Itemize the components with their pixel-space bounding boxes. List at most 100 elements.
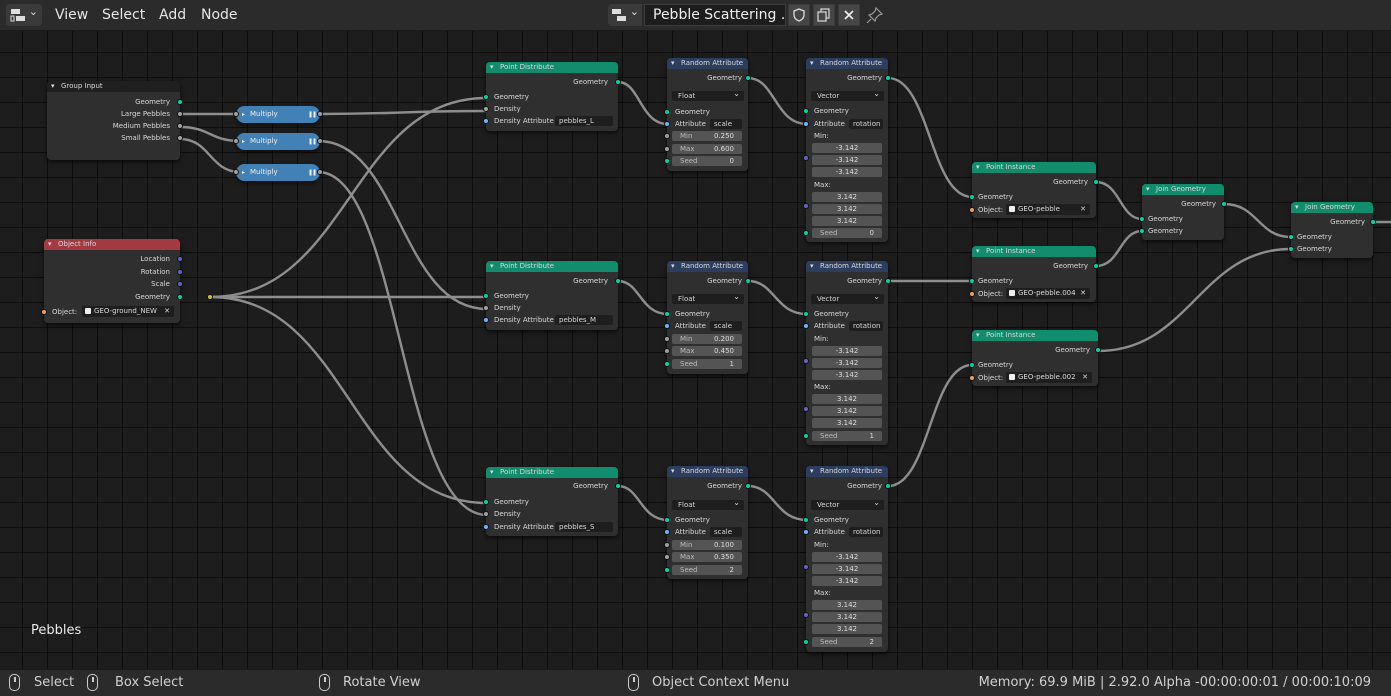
socket-string[interactable]: [664, 121, 670, 127]
socket-geometry[interactable]: [745, 483, 751, 489]
density-attribute-field[interactable]: pebbles_S: [555, 522, 613, 532]
socket-float[interactable]: [483, 305, 489, 311]
node-header[interactable]: Random Attribute: [667, 261, 748, 272]
socket-int[interactable]: [664, 158, 670, 164]
node-header[interactable]: Join Geometry: [1142, 184, 1224, 195]
clear-icon[interactable]: ✕: [1082, 372, 1088, 383]
node-editor-canvas[interactable]: Group Input Geometry Large Pebbles Mediu…: [0, 31, 1391, 669]
node-header[interactable]: Object Info: [44, 239, 180, 250]
socket-int[interactable]: [803, 433, 809, 439]
socket-geometry[interactable]: [885, 278, 891, 284]
max-z-field[interactable]: 3.142: [812, 624, 882, 634]
max-y-field[interactable]: 3.142: [812, 612, 882, 622]
max-x-field[interactable]: 3.142: [812, 192, 882, 202]
socket-geometry[interactable]: [1139, 228, 1145, 234]
socket-geometry[interactable]: [1221, 201, 1227, 207]
max-x-field[interactable]: 3.142: [812, 600, 882, 610]
socket-vector[interactable]: [803, 358, 809, 364]
socket-geometry[interactable]: [483, 293, 489, 299]
object-field[interactable]: GEO-pebble ✕: [1006, 204, 1090, 215]
socket-geometry[interactable]: [969, 278, 975, 284]
join-geometry-node[interactable]: Join Geometry Geometry Geometry Geometry: [1139, 184, 1227, 240]
density-attribute-field[interactable]: pebbles_L: [555, 116, 613, 126]
unlink-button[interactable]: [838, 4, 860, 26]
min-y-field[interactable]: -3.142: [812, 155, 882, 165]
socket-int[interactable]: [664, 361, 670, 367]
socket-vector[interactable]: [803, 406, 809, 412]
random-attribute-vector-node[interactable]: Random Attribute Geometry Vector Geometr…: [803, 261, 891, 445]
random-attribute-float-node[interactable]: Random Attribute Geometry Float Geometry…: [664, 58, 751, 171]
socket-float[interactable]: [664, 542, 670, 548]
data-type-dropdown[interactable]: Float: [672, 498, 744, 510]
attribute-field[interactable]: rotation: [849, 119, 883, 129]
socket-string[interactable]: [664, 323, 670, 329]
min-field[interactable]: Min 0.200: [672, 334, 742, 344]
object-field[interactable]: GEO-pebble.004 ✕: [1006, 288, 1090, 299]
socket-int[interactable]: [803, 230, 809, 236]
socket-float[interactable]: [317, 111, 323, 117]
min-x-field[interactable]: -3.142: [812, 552, 882, 562]
socket-geometry[interactable]: [745, 278, 751, 284]
node-header[interactable]: Point Distribute: [486, 62, 618, 73]
socket-float[interactable]: [233, 138, 239, 144]
socket-vector[interactable]: [177, 269, 183, 275]
socket-geometry[interactable]: [885, 75, 891, 81]
menu-add[interactable]: Add: [159, 4, 186, 26]
socket-float[interactable]: [317, 138, 323, 144]
max-field[interactable]: Max 0.450: [672, 346, 742, 356]
node-header[interactable]: Random Attribute: [806, 58, 888, 69]
node-header[interactable]: Random Attribute: [806, 466, 888, 477]
node-header[interactable]: Point Instance: [972, 246, 1096, 257]
socket-string[interactable]: [483, 317, 489, 323]
data-type-dropdown[interactable]: Vector: [811, 292, 884, 304]
socket-string[interactable]: [803, 323, 809, 329]
random-attribute-float-node[interactable]: Random Attribute Geometry Float Geometry…: [664, 466, 751, 579]
socket-geometry[interactable]: [664, 311, 670, 317]
socket-geometry[interactable]: [177, 99, 183, 105]
socket-string[interactable]: [803, 529, 809, 535]
socket-float[interactable]: [664, 336, 670, 342]
min-z-field[interactable]: -3.142: [812, 167, 882, 177]
node-header[interactable]: Point Distribute: [486, 467, 618, 478]
socket-geometry[interactable]: [615, 483, 621, 489]
socket-geometry[interactable]: [615, 278, 621, 284]
point-distribute-node[interactable]: Point Distribute Geometry Geometry Densi…: [483, 62, 621, 131]
socket-float[interactable]: [177, 111, 183, 117]
node-header[interactable]: Random Attribute: [806, 261, 888, 272]
socket-geometry[interactable]: [664, 517, 670, 523]
socket-string[interactable]: [803, 121, 809, 127]
reroute-socket[interactable]: [207, 294, 213, 300]
attribute-field[interactable]: rotation: [849, 321, 883, 331]
socket-geometry[interactable]: [1095, 347, 1101, 353]
socket-string[interactable]: [483, 118, 489, 124]
socket-int[interactable]: [803, 639, 809, 645]
point-instance-node[interactable]: Point Instance Geometry Geometry Object:…: [969, 330, 1101, 386]
clear-icon[interactable]: ✕: [164, 306, 170, 317]
pin-button[interactable]: [866, 6, 888, 26]
duplicate-button[interactable]: [813, 4, 835, 26]
max-z-field[interactable]: 3.142: [812, 418, 882, 428]
attribute-field[interactable]: rotation: [849, 527, 883, 537]
socket-geometry[interactable]: [483, 94, 489, 100]
point-instance-node[interactable]: Point Instance Geometry Geometry Object:…: [969, 246, 1099, 302]
socket-float[interactable]: [233, 169, 239, 175]
seed-field[interactable]: Seed 2: [812, 637, 882, 647]
node-header[interactable]: Point Instance: [972, 330, 1098, 341]
socket-float[interactable]: [664, 146, 670, 152]
node-header[interactable]: Group Input: [47, 81, 180, 92]
multiply-node[interactable]: ▸ Multiply ❚❚: [233, 164, 323, 181]
socket-geometry[interactable]: [1370, 219, 1376, 225]
node-header[interactable]: Point Instance: [972, 162, 1096, 173]
seed-field[interactable]: Seed 0: [672, 156, 742, 166]
socket-geometry[interactable]: [745, 75, 751, 81]
socket-geometry[interactable]: [1139, 216, 1145, 222]
socket-float[interactable]: [664, 554, 670, 560]
random-attribute-vector-node[interactable]: Random Attribute Geometry Vector Geometr…: [803, 466, 891, 652]
node-tree-browse-button[interactable]: ⌄: [608, 4, 642, 26]
data-type-dropdown[interactable]: Vector: [811, 498, 884, 510]
node-header[interactable]: Random Attribute: [667, 58, 748, 69]
seed-field[interactable]: Seed 2: [672, 565, 742, 575]
object-info-node[interactable]: Object Info Location Rotation Scale Geom…: [41, 239, 183, 323]
socket-geometry[interactable]: [969, 194, 975, 200]
attribute-field[interactable]: scale: [710, 527, 742, 537]
